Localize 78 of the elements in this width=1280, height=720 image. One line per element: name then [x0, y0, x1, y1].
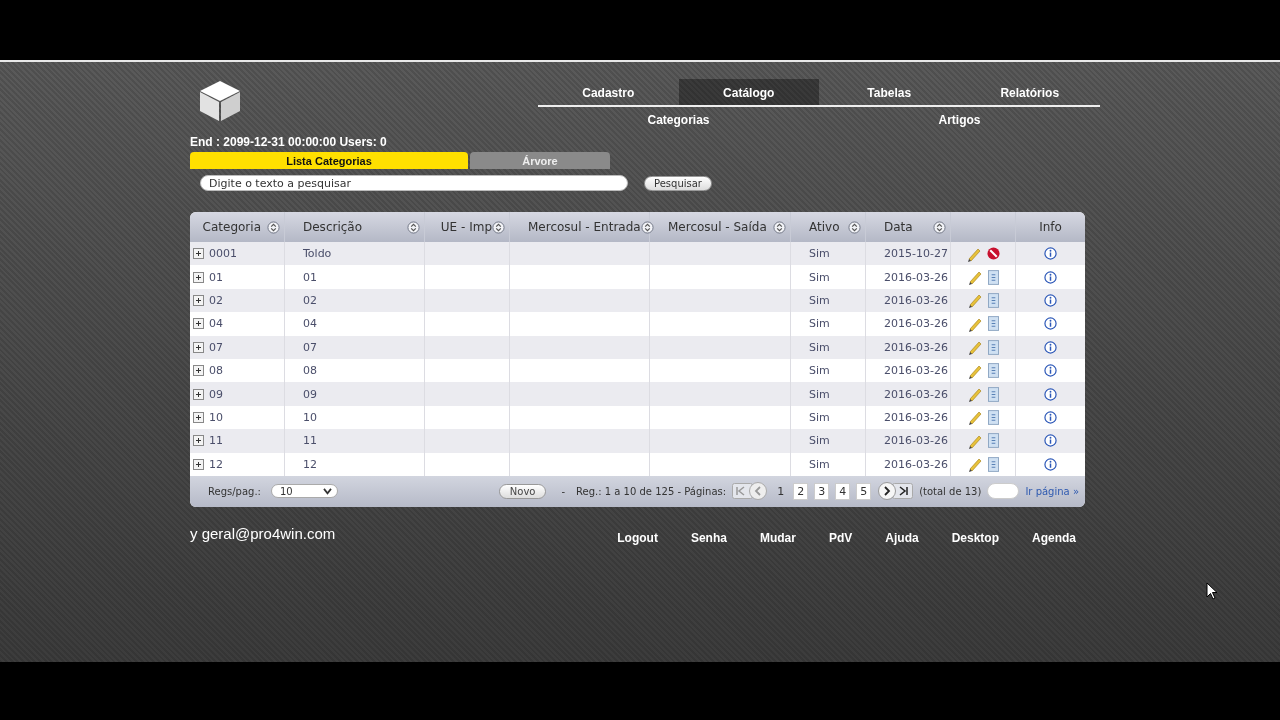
footer-link[interactable]: Ajuda — [861, 530, 928, 545]
table-cell: 07 — [209, 340, 223, 354]
menu-item[interactable]: Catálogo — [678, 79, 819, 105]
menu-item[interactable]: Cadastro — [538, 79, 679, 105]
footer-link[interactable]: Logout — [593, 530, 667, 545]
table-cell: 04 — [209, 317, 223, 331]
table-cell: 2016-03-26 — [884, 457, 948, 471]
table-cell: 11 — [209, 434, 223, 448]
menu-item[interactable]: Relatórios — [959, 79, 1100, 105]
page-link[interactable]: 3 — [814, 482, 830, 500]
table-cell: 02 — [303, 293, 317, 307]
column-header[interactable]: UE - Imp — [440, 220, 492, 234]
table-cell: 2016-03-26 — [884, 270, 948, 284]
column-header[interactable]: Descrição — [303, 220, 363, 234]
column-header[interactable]: Data — [884, 220, 913, 234]
submenu-item[interactable]: Categorias — [538, 113, 819, 127]
separator-text: - — [561, 485, 566, 497]
submenu-item[interactable]: Artigos — [819, 113, 1100, 127]
table-cell: 11 — [303, 434, 317, 448]
column-header[interactable]: Mercosul - Saída — [668, 220, 767, 234]
table-cell: 2015-10-27 — [884, 247, 948, 261]
table-cell: 2016-03-26 — [884, 364, 948, 378]
table-cell: Sim — [809, 340, 830, 354]
table-cell: 01 — [209, 270, 223, 284]
table-cell: Sim — [809, 293, 830, 307]
table-cell: 0001 — [209, 247, 237, 261]
footer-link[interactable]: PdV — [804, 530, 862, 545]
table-cell: 08 — [303, 364, 317, 378]
per-page-select[interactable]: 10 — [270, 484, 338, 499]
table-cell: 2016-03-26 — [884, 317, 948, 331]
page-link[interactable]: 5 — [856, 482, 872, 500]
table-cell: 02 — [209, 293, 223, 307]
search-field[interactable]: Digite o texto a pesquisar — [200, 175, 628, 191]
table-cell: 2016-03-26 — [884, 434, 948, 448]
page-link[interactable]: 4 — [835, 482, 851, 500]
table-cell: 2016-03-26 — [884, 410, 948, 424]
table-cell: 10 — [209, 410, 223, 424]
email-text: y geral@pro4win.com — [190, 525, 336, 543]
tab[interactable]: Lista Categorias — [190, 152, 468, 169]
table-cell: 09 — [209, 387, 223, 401]
status-text: End : 2099-12-31 00:00:00 Users: 0 — [190, 135, 387, 149]
column-header[interactable]: Ativo — [809, 220, 840, 234]
table-cell: Sim — [809, 387, 830, 401]
column-header[interactable]: Info — [1039, 220, 1062, 234]
table-cell: Toldo — [303, 247, 332, 261]
page-link[interactable]: 2 — [793, 482, 809, 500]
column-header[interactable]: Mercosul - Entrada — [528, 220, 641, 234]
per-page-label: Regs/pag.: — [208, 485, 261, 497]
table-cell: 07 — [303, 340, 317, 354]
new-button[interactable]: Novo — [498, 483, 547, 499]
table-cell: 2016-03-26 — [884, 340, 948, 354]
table-cell: 08 — [209, 364, 223, 378]
menu-item[interactable]: Tabelas — [819, 79, 960, 105]
search-button[interactable]: Pesquisar — [644, 175, 712, 191]
go-to-page-link[interactable]: Ir página » — [1025, 485, 1079, 497]
table-cell: 04 — [303, 317, 317, 331]
table-cell: Sim — [809, 247, 830, 261]
table-cell: Sim — [809, 317, 830, 331]
footer-link[interactable]: Senha — [666, 530, 736, 545]
table-cell: 10 — [303, 410, 317, 424]
records-summary: Reg.: 1 a 10 de 125 - Páginas: — [576, 485, 727, 497]
table-cell: Sim — [809, 364, 830, 378]
footer-link[interactable]: Mudar — [735, 530, 805, 545]
footer-link[interactable]: Agenda — [1008, 530, 1085, 545]
total-pages-text: (total de 13) — [919, 485, 982, 497]
table-cell: 01 — [303, 270, 317, 284]
table-cell: Sim — [809, 410, 830, 424]
page-link[interactable]: 1 — [774, 483, 788, 499]
table-cell: 2016-03-26 — [884, 387, 948, 401]
table-cell: Sim — [809, 434, 830, 448]
column-header[interactable]: Categoria — [202, 220, 261, 234]
table-cell: 12 — [209, 457, 223, 471]
table-cell: Sim — [809, 270, 830, 284]
table-cell: 12 — [303, 457, 317, 471]
table-cell: 2016-03-26 — [884, 293, 948, 307]
footer-link[interactable]: Desktop — [927, 530, 1008, 545]
table-cell: 09 — [303, 387, 317, 401]
table-cell: Sim — [809, 457, 830, 471]
